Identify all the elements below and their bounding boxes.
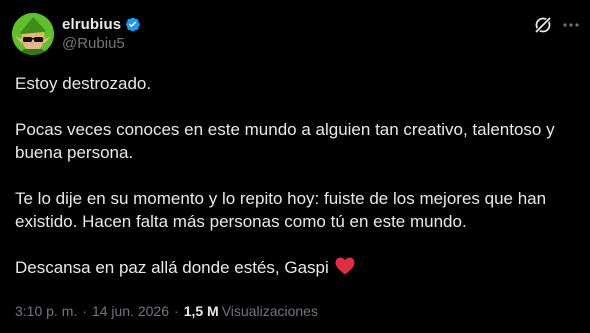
more-icon [563, 23, 579, 27]
tweet-paragraph-last: Descansa en paz allá donde estés, Gaspi [15, 256, 575, 279]
author-avatar[interactable] [12, 13, 54, 55]
tweet-card: elrubius @Rubiu5 Estoy destrozado. Pocas… [0, 0, 590, 333]
meta-separator: · [82, 303, 87, 319]
views-count[interactable]: 1,5 M [184, 303, 219, 319]
meta-separator: · [174, 303, 179, 319]
tweet-paragraph: Descansa en paz allá donde estés, Gaspi [15, 258, 329, 277]
author-name-row: elrubius [62, 14, 141, 34]
link-character-avatar-icon [12, 13, 54, 55]
tweet-paragraph: Pocas veces conoces en este mundo a algu… [15, 120, 555, 162]
views-label[interactable]: Visualizaciones [222, 303, 318, 319]
tweet-time[interactable]: 3:10 p. m. [15, 303, 77, 319]
tweet-paragraph: Te lo dije en su momento y lo repito hoy… [15, 189, 547, 231]
grok-button[interactable] [533, 15, 553, 35]
more-options-button[interactable] [561, 15, 581, 35]
tweet-text: Estoy destrozado. Pocas veces conoces en… [15, 72, 575, 279]
red-heart-emoji-icon [335, 257, 354, 275]
grok-icon [534, 16, 552, 34]
author-handle[interactable]: @Rubiu5 [62, 35, 125, 52]
tweet-meta: 3:10 p. m. · 14 jun. 2026 · 1,5 M Visual… [15, 303, 318, 319]
tweet-paragraph: Estoy destrozado. [15, 74, 152, 93]
tweet-date[interactable]: 14 jun. 2026 [92, 303, 169, 319]
author-display-name[interactable]: elrubius [62, 16, 121, 33]
verified-badge-icon[interactable] [124, 16, 141, 33]
